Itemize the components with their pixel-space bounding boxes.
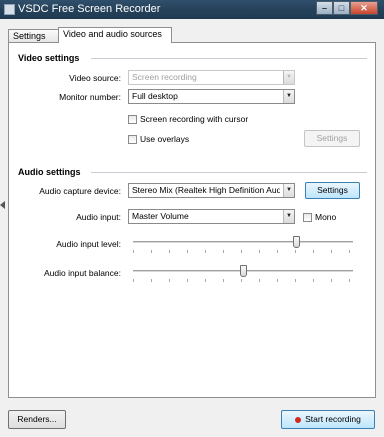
left-arrow-icon[interactable]	[0, 201, 5, 209]
maximize-icon[interactable]: □	[333, 1, 350, 15]
capture-device-label: Audio capture device:	[39, 186, 121, 196]
input-balance-label: Audio input balance:	[43, 268, 121, 278]
window-controls: – □ ✕	[316, 1, 378, 16]
checkbox-box[interactable]	[128, 114, 137, 124]
video-source-label: Video source:	[69, 73, 121, 83]
capture-device-value: Stereo Mix (Realtek High Definition Aud	[132, 185, 280, 195]
capture-device-select[interactable]: Stereo Mix (Realtek High Definition Aud …	[128, 183, 295, 198]
section-divider	[91, 172, 367, 173]
chevron-down-icon[interactable]: ▼	[283, 184, 294, 197]
screen-recording-cursor-checkbox[interactable]: Screen recording with cursor	[128, 114, 248, 124]
chevron-down-icon[interactable]: ▼	[283, 90, 294, 103]
slider-thumb[interactable]	[293, 236, 300, 248]
input-level-slider[interactable]	[133, 236, 353, 254]
checkbox-box[interactable]	[303, 212, 312, 222]
audio-settings-title: Audio settings	[18, 167, 81, 177]
use-overlays-label: Use overlays	[140, 134, 190, 144]
tab-settings[interactable]: Settings	[8, 29, 60, 43]
video-source-select: Screen recording ▼	[128, 70, 295, 85]
audio-input-label: Audio input:	[76, 212, 121, 222]
checkbox-box[interactable]	[128, 134, 137, 144]
chevron-down-icon[interactable]: ▼	[283, 210, 294, 223]
start-recording-label: Start recording	[305, 414, 361, 424]
input-level-label: Audio input level:	[56, 239, 121, 249]
monitor-number-value: Full desktop	[132, 91, 178, 101]
tab-video-audio-sources[interactable]: Video and audio sources	[58, 27, 172, 43]
slider-thumb[interactable]	[240, 265, 247, 277]
slider-ticks	[133, 250, 353, 253]
record-dot-icon	[295, 416, 302, 423]
chevron-down-icon: ▼	[283, 71, 294, 84]
input-balance-slider[interactable]	[133, 265, 353, 283]
tab-panel: Video settings Video source: Screen reco…	[8, 42, 376, 398]
app-icon	[4, 4, 15, 15]
renders-button[interactable]: Renders...	[8, 410, 66, 429]
window-title: VSDC Free Screen Recorder	[18, 3, 161, 15]
section-divider	[91, 58, 367, 59]
close-icon[interactable]: ✕	[350, 1, 378, 15]
overlays-settings-button[interactable]: Settings	[304, 130, 360, 147]
use-overlays-checkbox[interactable]: Use overlays	[128, 134, 189, 144]
mono-label: Mono	[315, 212, 337, 222]
mono-checkbox[interactable]: Mono	[303, 212, 336, 222]
title-bar: VSDC Free Screen Recorder – □ ✕	[0, 0, 384, 19]
video-source-value: Screen recording	[132, 72, 197, 82]
audio-input-value: Master Volume	[132, 211, 189, 221]
monitor-number-label: Monitor number:	[59, 92, 121, 102]
capture-settings-button[interactable]: Settings	[305, 182, 360, 199]
screen-recording-cursor-label: Screen recording with cursor	[140, 114, 249, 124]
video-settings-title: Video settings	[18, 53, 80, 63]
slider-ticks	[133, 279, 353, 282]
monitor-number-select[interactable]: Full desktop ▼	[128, 89, 295, 104]
minimize-icon[interactable]: –	[316, 1, 333, 15]
audio-input-select[interactable]: Master Volume ▼	[128, 209, 295, 224]
start-recording-button[interactable]: Start recording	[281, 410, 375, 429]
slider-track	[133, 241, 353, 243]
